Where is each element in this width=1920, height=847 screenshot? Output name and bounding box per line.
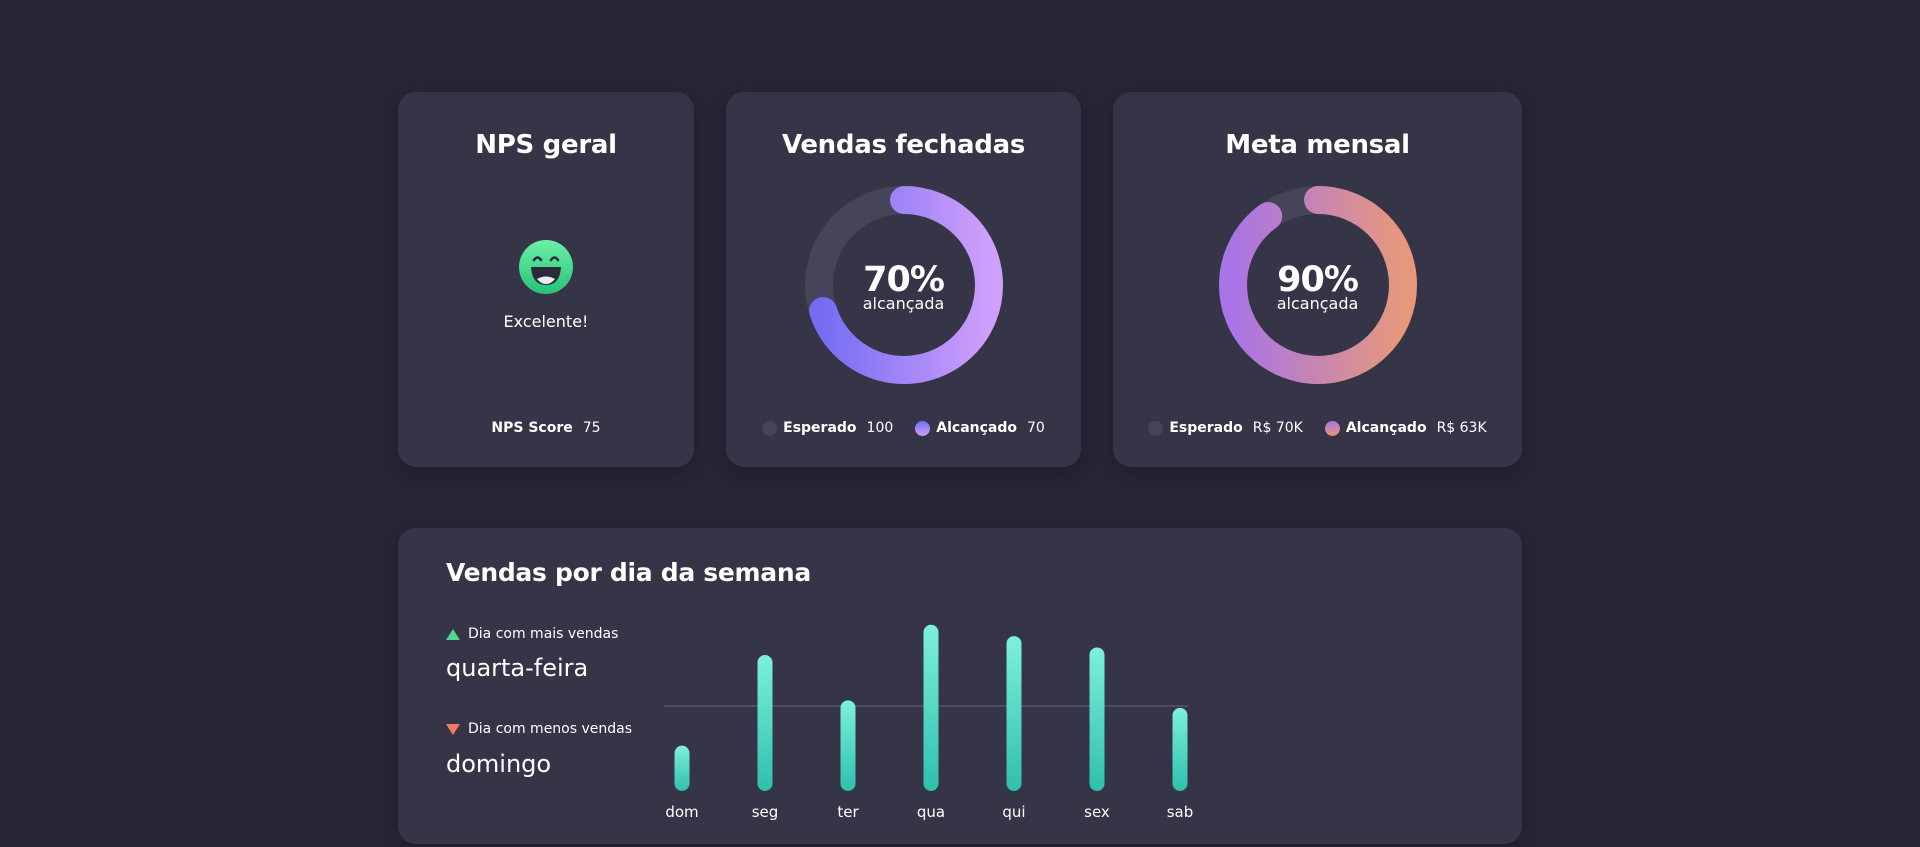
meta-title: Meta mensal (1225, 130, 1410, 160)
vendas-title: Vendas fechadas (781, 130, 1026, 160)
chart-bar-sex (1089, 647, 1105, 791)
vendas-card: Vendas fechadas 70% alcançada Esperado 1… (726, 92, 1081, 467)
legend-label-alcancado: Alcançado (1345, 420, 1427, 436)
weekday-bar-chart: dom seg ter qua qui sex sab (664, 624, 1194, 821)
nps-score: NPS Score 75 (398, 420, 694, 436)
chart-tick-label-sex: sex (1084, 803, 1110, 821)
chart-bar-sab (1172, 707, 1188, 791)
chart-tick-label-dom: dom (665, 803, 698, 821)
legend-value-alcancado: R$ 63K (1436, 420, 1487, 436)
legend-dot-esperado (762, 420, 778, 436)
chart-bar-qua (923, 624, 939, 791)
legend-value-alcancado: 70 (1027, 420, 1045, 436)
legend-label-esperado: Esperado (783, 420, 857, 436)
meta-legend: Esperado R$ 70K Alcançado R$ 63K (1113, 420, 1522, 436)
chart-bar-dom (674, 745, 690, 791)
vendas-percent-sub: alcançada (862, 294, 945, 313)
chart-tick-label-qui: qui (1002, 803, 1025, 821)
chart-bar-seg (757, 655, 773, 791)
meta-card: Meta mensal 90% alcançada Esperado R$ 70… (1113, 92, 1522, 467)
vendas-legend: Esperado 100 Alcançado 70 (726, 420, 1081, 436)
nps-score-value: 75 (582, 420, 601, 436)
chart-bar-ter (840, 700, 856, 791)
legend-dot-alcancado (915, 420, 931, 436)
weekday-sales-card: Vendas por dia da semana Dia com mais ve… (398, 528, 1522, 844)
nps-rating-label: Excelente! (503, 312, 589, 331)
chart-tick-label-ter: ter (837, 803, 859, 821)
chart-tick-label-seg: seg (752, 803, 779, 821)
smiling-face-icon (519, 240, 573, 294)
chart-tick-label-qua: qua (917, 803, 945, 821)
legend-value-esperado: R$ 70K (1252, 420, 1303, 436)
legend-dot-alcancado (1324, 420, 1340, 436)
chart-tick-label-sab: sab (1167, 803, 1194, 821)
meta-percent-sub: alcançada (1276, 294, 1359, 313)
chart-bar-qui (1006, 636, 1022, 791)
nps-card: NPS geral Excelente! NPS Score 75 (398, 92, 694, 467)
nps-title: NPS geral (475, 130, 617, 160)
legend-label-alcancado: Alcançado (936, 420, 1018, 436)
legend-dot-esperado (1148, 420, 1164, 436)
legend-label-esperado: Esperado (1169, 420, 1243, 436)
nps-score-label: NPS Score (491, 420, 573, 436)
legend-value-esperado: 100 (866, 420, 894, 436)
